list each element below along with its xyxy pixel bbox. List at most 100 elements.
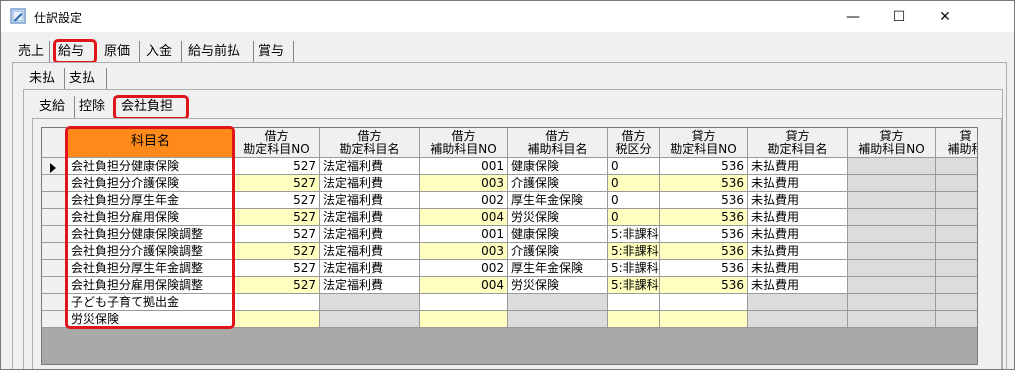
cell-debit-account-name[interactable]: 法定福利費 [320, 192, 420, 209]
cell-debit-account-no[interactable]: 527 [234, 226, 320, 243]
cell-debit-sub-no[interactable]: 003 [420, 243, 508, 260]
cell-debit-tax-class[interactable]: 5:非課科 [608, 260, 660, 277]
cell-debit-account-no[interactable]: 527 [234, 158, 320, 175]
cell-credit-account-no[interactable]: 536 [660, 175, 748, 192]
cell-debit-sub-name[interactable]: 労災保険 [508, 209, 608, 226]
cell-debit-sub-no[interactable]: 004 [420, 209, 508, 226]
cell-debit-sub-no[interactable]: 001 [420, 158, 508, 175]
tab-salary[interactable]: 給与 [54, 41, 96, 63]
cell-debit-account-no[interactable]: 527 [234, 175, 320, 192]
title-bar[interactable]: 仕訳設定 — ☐ ✕ [1, 1, 1014, 32]
cell-debit-account-name[interactable] [320, 311, 420, 328]
cell-credit-account-no[interactable]: 536 [660, 209, 748, 226]
tab-salary-advance[interactable]: 給与前払 [184, 41, 254, 63]
cell-debit-account-name[interactable]: 法定福利費 [320, 243, 420, 260]
cell-credit-sub-no[interactable] [848, 311, 936, 328]
cell-debit-tax-class[interactable] [608, 294, 660, 311]
cell-debit-sub-name[interactable]: 厚生年金保険 [508, 260, 608, 277]
cell-debit-account-name[interactable]: 法定福利費 [320, 226, 420, 243]
header-debit-account-name[interactable]: 借方 勘定科目名 [320, 128, 420, 158]
cell-debit-account-name[interactable]: 法定福利費 [320, 260, 420, 277]
row-header[interactable] [42, 226, 68, 243]
cell-credit-sub-name[interactable] [936, 226, 977, 243]
header-credit-account-name[interactable]: 貸方 勘定科目名 [748, 128, 848, 158]
cell-credit-sub-no[interactable] [848, 277, 936, 294]
header-credit-account-no[interactable]: 貸方 勘定科目NO [660, 128, 748, 158]
tab-deduction[interactable]: 控除 [75, 96, 115, 118]
cell-debit-sub-no[interactable]: 003 [420, 175, 508, 192]
cell-credit-sub-name[interactable] [936, 260, 977, 277]
cell-debit-sub-no[interactable]: 002 [420, 192, 508, 209]
header-credit-sub-no[interactable]: 貸方 補助科目NO [848, 128, 936, 158]
cell-credit-account-no[interactable]: 536 [660, 243, 748, 260]
cell-account-name[interactable]: 会社負担分健康保険 [68, 158, 234, 175]
cell-credit-account-no[interactable]: 536 [660, 277, 748, 294]
tab-company-burden[interactable]: 会社負担 [117, 96, 187, 118]
cell-credit-sub-no[interactable] [848, 294, 936, 311]
cell-credit-account-no[interactable]: 536 [660, 226, 748, 243]
cell-credit-account-no[interactable]: 536 [660, 192, 748, 209]
cell-debit-account-no[interactable]: 527 [234, 209, 320, 226]
cell-account-name[interactable]: 会社負担分厚生年金調整 [68, 260, 234, 277]
cell-credit-sub-name[interactable] [936, 294, 977, 311]
cell-debit-tax-class[interactable] [608, 311, 660, 328]
row-header[interactable] [42, 209, 68, 226]
cell-debit-account-name[interactable]: 法定福利費 [320, 175, 420, 192]
cell-credit-sub-name[interactable] [936, 277, 977, 294]
cell-debit-account-name[interactable] [320, 294, 420, 311]
cell-credit-sub-no[interactable] [848, 226, 936, 243]
cell-credit-sub-no[interactable] [848, 192, 936, 209]
cell-debit-sub-name[interactable]: 健康保険 [508, 226, 608, 243]
tab-unpaid[interactable]: 未払 [25, 68, 65, 90]
cell-credit-account-no[interactable] [660, 294, 748, 311]
cell-debit-account-name[interactable]: 法定福利費 [320, 209, 420, 226]
cell-debit-tax-class[interactable]: 0 [608, 158, 660, 175]
journal-grid[interactable]: 科目名 借方 勘定科目NO 借方 勘定科目名 借方 補助科目NO 借方 補助科目名 借方 税区分 貸方… [41, 127, 978, 365]
cell-credit-sub-name[interactable] [936, 175, 977, 192]
cell-account-name[interactable]: 会社負担分雇用保険調整 [68, 277, 234, 294]
cell-account-name[interactable]: 会社負担分介護保険調整 [68, 243, 234, 260]
cell-debit-tax-class[interactable]: 5:非課科 [608, 277, 660, 294]
cell-debit-account-no[interactable]: 527 [234, 243, 320, 260]
tab-bonus[interactable]: 賞与 [254, 41, 294, 63]
cell-debit-account-name[interactable]: 法定福利費 [320, 277, 420, 294]
cell-credit-account-no[interactable]: 536 [660, 260, 748, 277]
cell-debit-account-no[interactable]: 527 [234, 277, 320, 294]
cell-credit-sub-name[interactable] [936, 209, 977, 226]
cell-credit-account-name[interactable] [748, 311, 848, 328]
row-header[interactable] [42, 260, 68, 277]
header-debit-sub-no[interactable]: 借方 補助科目NO [420, 128, 508, 158]
cell-debit-sub-name[interactable]: 介護保険 [508, 243, 608, 260]
header-debit-sub-name[interactable]: 借方 補助科目名 [508, 128, 608, 158]
header-account-name[interactable]: 科目名 [68, 128, 234, 158]
cell-credit-account-no[interactable]: 536 [660, 158, 748, 175]
tab-sales[interactable]: 売上 [14, 41, 50, 63]
cell-credit-account-name[interactable]: 未払費用 [748, 226, 848, 243]
cell-credit-sub-no[interactable] [848, 243, 936, 260]
cell-credit-account-name[interactable] [748, 294, 848, 311]
cell-debit-tax-class[interactable]: 5:非課科 [608, 243, 660, 260]
cell-credit-account-name[interactable]: 未払費用 [748, 192, 848, 209]
header-debit-account-no[interactable]: 借方 勘定科目NO [234, 128, 320, 158]
cell-debit-tax-class[interactable]: 0 [608, 192, 660, 209]
tab-payment-items[interactable]: 支給 [35, 96, 75, 118]
cell-debit-sub-name[interactable]: 健康保険 [508, 158, 608, 175]
cell-credit-sub-no[interactable] [848, 260, 936, 277]
tab-deposit[interactable]: 入金 [142, 41, 182, 63]
cell-debit-account-no[interactable] [234, 311, 320, 328]
cell-account-name[interactable]: 労災保険 [68, 311, 234, 328]
cell-debit-account-no[interactable] [234, 294, 320, 311]
row-header[interactable] [42, 158, 68, 175]
cell-debit-tax-class[interactable]: 0 [608, 175, 660, 192]
cell-debit-sub-no[interactable]: 001 [420, 226, 508, 243]
cell-debit-account-no[interactable]: 527 [234, 192, 320, 209]
row-header[interactable] [42, 311, 68, 328]
cell-credit-account-name[interactable]: 未払費用 [748, 209, 848, 226]
cell-debit-tax-class[interactable]: 0 [608, 209, 660, 226]
cell-account-name[interactable]: 会社負担分雇用保険 [68, 209, 234, 226]
cell-credit-sub-no[interactable] [848, 158, 936, 175]
tab-cost[interactable]: 原価 [100, 41, 140, 63]
cell-credit-account-name[interactable]: 未払費用 [748, 158, 848, 175]
cell-debit-sub-no[interactable]: 004 [420, 277, 508, 294]
cell-credit-account-name[interactable]: 未払費用 [748, 243, 848, 260]
